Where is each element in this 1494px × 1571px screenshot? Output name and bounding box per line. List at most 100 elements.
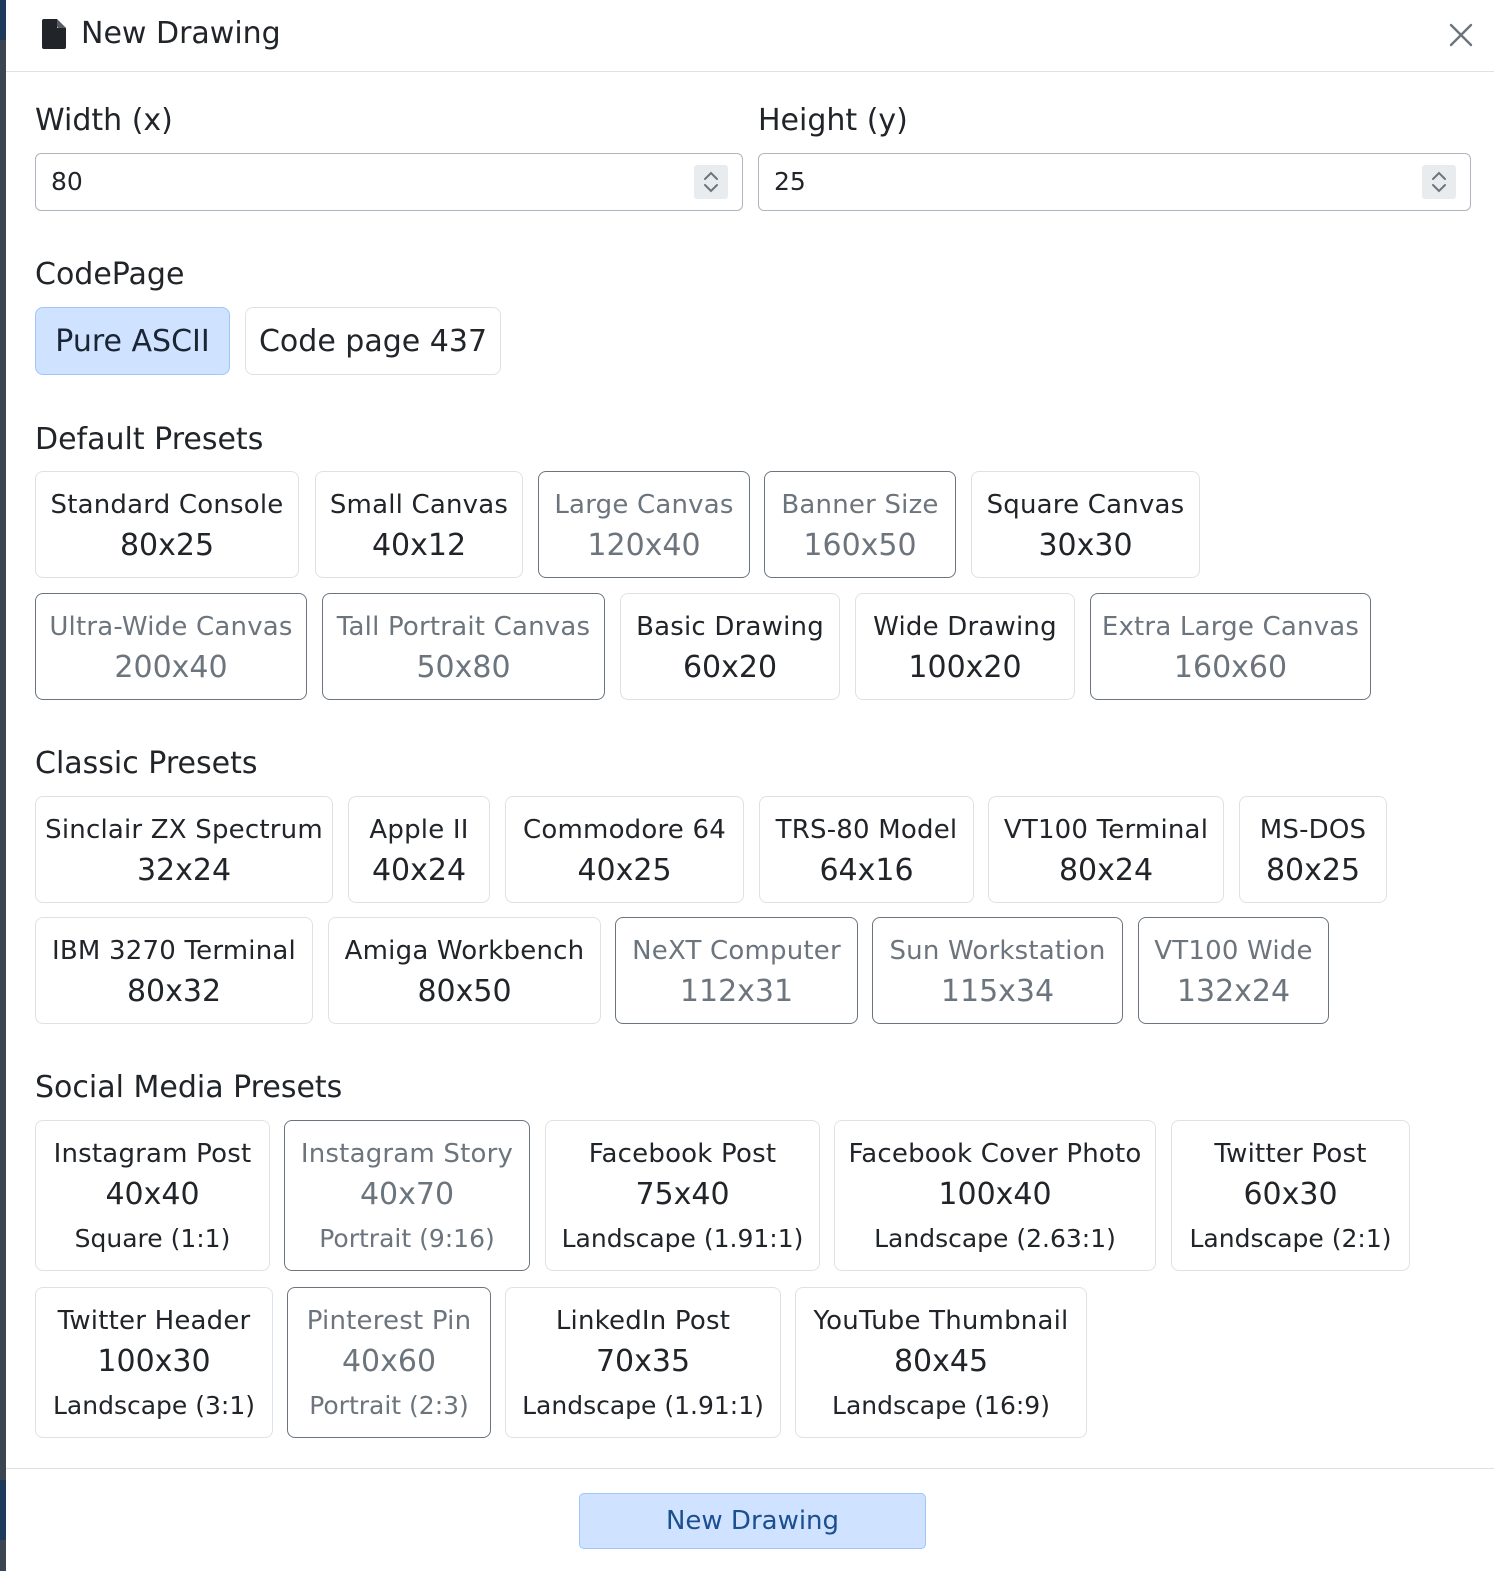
preset-name: Instagram Story	[300, 1139, 514, 1169]
preset-square-canvas[interactable]: Square Canvas 30x30	[971, 471, 1200, 578]
preset-size: 160x60	[1173, 650, 1288, 685]
preset-vt100-wide[interactable]: VT100 Wide 132x24	[1138, 917, 1329, 1024]
preset-size: 200x40	[114, 650, 228, 685]
preset-standard-console[interactable]: Standard Console 80x25	[35, 471, 299, 578]
preset-size: 160x50	[803, 528, 917, 563]
preset-name: TRS-80 Model	[775, 815, 958, 845]
preset-ratio: Square (1:1)	[74, 1224, 231, 1253]
preset-name: Large Canvas	[554, 490, 734, 520]
preset-next-computer[interactable]: NeXT Computer 112x31	[615, 917, 858, 1024]
preset-twitter-post[interactable]: Twitter Post 60x30 Landscape (2:1)	[1171, 1120, 1410, 1271]
preset-sun-workstation[interactable]: Sun Workstation 115x34	[872, 917, 1123, 1024]
preset-name: Commodore 64	[523, 815, 726, 845]
preset-size: 30x30	[1038, 528, 1133, 563]
preset-size: 75x40	[635, 1177, 730, 1212]
width-label: Width (x)	[35, 103, 173, 138]
preset-name: Banner Size	[781, 490, 939, 520]
preset-vt100-terminal[interactable]: VT100 Terminal 80x24	[988, 796, 1224, 903]
preset-twitter-header[interactable]: Twitter Header 100x30 Landscape (3:1)	[35, 1287, 273, 1438]
preset-ultra-wide-canvas[interactable]: Ultra-Wide Canvas 200x40	[35, 593, 307, 700]
preset-name: Twitter Header	[57, 1306, 251, 1336]
preset-name: Sinclair ZX Spectrum	[45, 815, 323, 845]
preset-trs-80-model[interactable]: TRS-80 Model 64x16	[759, 796, 974, 903]
preset-name: Small Canvas	[329, 490, 509, 520]
preset-name: Instagram Post	[53, 1139, 252, 1169]
preset-small-canvas[interactable]: Small Canvas 40x12	[315, 471, 523, 578]
codepage-option-cp437[interactable]: Code page 437	[245, 307, 501, 375]
preset-ms-dos[interactable]: MS-DOS 80x25	[1239, 796, 1387, 903]
preset-name: Facebook Post	[588, 1139, 777, 1169]
preset-size: 40x70	[359, 1177, 455, 1212]
spinner-icon[interactable]	[1422, 165, 1456, 199]
preset-name: Square Canvas	[986, 490, 1185, 520]
height-value: 25	[774, 167, 806, 196]
close-icon[interactable]	[1444, 18, 1478, 52]
preset-banner-size[interactable]: Banner Size 160x50	[764, 471, 956, 578]
default-presets-title: Default Presets	[35, 422, 264, 457]
dialog-header: New Drawing	[6, 0, 1494, 72]
preset-linkedin-post[interactable]: LinkedIn Post 70x35 Landscape (1.91:1)	[505, 1287, 781, 1438]
preset-ratio: Landscape (1.91:1)	[561, 1224, 804, 1253]
preset-size: 40x25	[577, 853, 672, 888]
preset-ibm-3270-terminal[interactable]: IBM 3270 Terminal 80x32	[35, 917, 313, 1024]
preset-facebook-cover-photo[interactable]: Facebook Cover Photo 100x40 Landscape (2…	[834, 1120, 1156, 1271]
preset-size: 120x40	[587, 528, 701, 563]
preset-size: 50x80	[416, 650, 511, 685]
preset-extra-large-canvas[interactable]: Extra Large Canvas 160x60	[1090, 593, 1371, 700]
preset-basic-drawing[interactable]: Basic Drawing 60x20	[620, 593, 840, 700]
preset-ratio: Landscape (2.63:1)	[874, 1224, 1116, 1253]
preset-name: MS-DOS	[1259, 815, 1367, 845]
preset-apple-ii[interactable]: Apple II 40x24	[348, 796, 490, 903]
preset-pinterest-pin[interactable]: Pinterest Pin 40x60 Portrait (2:3)	[287, 1287, 491, 1438]
social-presets-title: Social Media Presets	[35, 1070, 343, 1105]
preset-size: 40x60	[341, 1344, 437, 1379]
preset-size: 112x31	[679, 974, 794, 1009]
preset-wide-drawing[interactable]: Wide Drawing 100x20	[855, 593, 1075, 700]
preset-name: Extra Large Canvas	[1101, 612, 1360, 642]
preset-size: 70x35	[595, 1344, 691, 1379]
preset-name: Apple II	[369, 815, 469, 845]
preset-size: 40x24	[371, 853, 467, 888]
preset-size: 80x32	[126, 974, 222, 1009]
preset-name: VT100 Wide	[1154, 936, 1313, 966]
preset-size: 115x34	[940, 974, 1055, 1009]
preset-tall-portrait-canvas[interactable]: Tall Portrait Canvas 50x80	[322, 593, 605, 700]
new-drawing-dialog: New Drawing Width (x) 80 Height (y) 25 C…	[6, 0, 1494, 1571]
preset-size: 40x12	[371, 528, 467, 563]
preset-ratio: Portrait (2:3)	[309, 1391, 469, 1420]
preset-name: IBM 3270 Terminal	[52, 936, 296, 966]
preset-size: 100x40	[938, 1177, 1052, 1212]
preset-size: 60x30	[1243, 1177, 1338, 1212]
dialog-title: New Drawing	[81, 16, 281, 51]
preset-amiga-workbench[interactable]: Amiga Workbench 80x50	[328, 917, 601, 1024]
height-input[interactable]: 25	[758, 153, 1471, 211]
preset-name: Twitter Post	[1214, 1139, 1367, 1169]
preset-name: Basic Drawing	[636, 612, 824, 642]
new-drawing-button[interactable]: New Drawing	[579, 1493, 926, 1549]
preset-ratio: Landscape (3:1)	[53, 1391, 255, 1420]
preset-ratio: Landscape (16:9)	[832, 1391, 1050, 1420]
preset-size: 40x40	[105, 1177, 200, 1212]
preset-facebook-post[interactable]: Facebook Post 75x40 Landscape (1.91:1)	[545, 1120, 820, 1271]
preset-instagram-story[interactable]: Instagram Story 40x70 Portrait (9:16)	[284, 1120, 530, 1271]
preset-size: 32x24	[136, 853, 232, 888]
width-input[interactable]: 80	[35, 153, 743, 211]
codepage-option-pure-ascii[interactable]: Pure ASCII	[35, 307, 230, 375]
preset-ratio: Portrait (9:16)	[319, 1224, 495, 1253]
preset-youtube-thumbnail[interactable]: YouTube Thumbnail 80x45 Landscape (16:9)	[795, 1287, 1087, 1438]
preset-name: Tall Portrait Canvas	[336, 612, 591, 642]
preset-name: VT100 Terminal	[1003, 815, 1209, 845]
preset-name: Amiga Workbench	[344, 936, 585, 966]
preset-size: 100x20	[908, 650, 1022, 685]
preset-sinclair-zx-spectrum[interactable]: Sinclair ZX Spectrum 32x24	[35, 796, 333, 903]
preset-instagram-post[interactable]: Instagram Post 40x40 Square (1:1)	[35, 1120, 270, 1271]
file-icon	[42, 19, 66, 49]
spinner-icon[interactable]	[694, 165, 728, 199]
preset-size: 80x25	[119, 528, 215, 563]
preset-size: 80x24	[1058, 853, 1154, 888]
preset-size: 132x24	[1176, 974, 1291, 1009]
preset-name: NeXT Computer	[632, 936, 841, 966]
preset-large-canvas[interactable]: Large Canvas 120x40	[538, 471, 750, 578]
preset-commodore-64[interactable]: Commodore 64 40x25	[505, 796, 744, 903]
preset-ratio: Landscape (2:1)	[1189, 1224, 1392, 1253]
